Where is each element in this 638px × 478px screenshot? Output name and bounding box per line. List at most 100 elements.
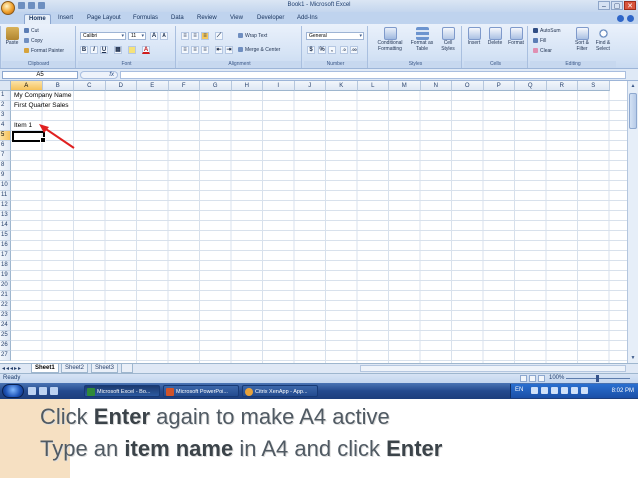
row-header-4[interactable]: 4 [0, 121, 11, 131]
row-header-13[interactable]: 13 [0, 211, 11, 221]
language-indicator[interactable]: EN [515, 387, 523, 393]
clear-button[interactable]: Clear [533, 48, 552, 55]
column-header-p[interactable]: P [483, 81, 515, 91]
column-header-m[interactable]: M [389, 81, 421, 91]
row-header-18[interactable]: 18 [0, 261, 11, 271]
row-header-23[interactable]: 23 [0, 311, 11, 321]
column-header-k[interactable]: K [326, 81, 358, 91]
column-header-r[interactable]: R [546, 81, 578, 91]
sheet-tab-1[interactable]: Sheet1 [31, 364, 59, 373]
row-header-5[interactable]: 5 [0, 131, 11, 141]
row-header-10[interactable]: 10 [0, 181, 11, 191]
column-header-q[interactable]: Q [515, 81, 547, 91]
tray-icon[interactable] [561, 387, 568, 394]
decrease-decimal-icon[interactable]: .00 [350, 46, 358, 54]
row-header-19[interactable]: 19 [0, 271, 11, 281]
align-left-icon[interactable]: ≡ [181, 46, 189, 54]
underline-button[interactable]: U [100, 46, 108, 54]
column-header-h[interactable]: H [231, 81, 263, 91]
insert-cells-button[interactable]: Insert [464, 27, 484, 47]
column-header-n[interactable]: N [420, 81, 452, 91]
row-header-22[interactable]: 22 [0, 301, 11, 311]
align-middle-icon[interactable]: ≡ [191, 32, 199, 40]
show-desktop-icon[interactable] [28, 387, 36, 395]
sheet-tab-3[interactable]: Sheet3 [91, 364, 119, 373]
column-header-o[interactable]: O [452, 81, 484, 91]
insert-sheet-icon[interactable] [121, 364, 133, 373]
row-header-16[interactable]: 16 [0, 241, 11, 251]
scroll-up-icon[interactable]: ▲ [629, 82, 637, 90]
tab-insert[interactable]: Insert [54, 14, 77, 24]
fill-color-icon[interactable] [128, 46, 136, 54]
worksheet-grid[interactable]: ABCDEFGHIJKLMNOPQRS 1 2 3 4 5 6 7 8 9 10 11 12 13 14 1… [0, 81, 627, 363]
orientation-icon[interactable]: ⟋ [215, 32, 223, 40]
tray-icon[interactable] [541, 387, 548, 394]
zoom-level[interactable]: 100% [549, 375, 564, 381]
column-header-i[interactable]: I [263, 81, 295, 91]
tab-formulas[interactable]: Formulas [129, 14, 162, 24]
tray-icon[interactable] [551, 387, 558, 394]
close-button[interactable]: ✕ [624, 1, 636, 10]
minimize-button[interactable]: – [598, 1, 610, 10]
comma-button[interactable]: , [328, 46, 336, 54]
help-icon[interactable] [617, 15, 624, 22]
align-right-icon[interactable]: ≡ [201, 46, 209, 54]
tray-icon[interactable] [531, 387, 538, 394]
column-header-j[interactable]: J [294, 81, 326, 91]
row-header-6[interactable]: 6 [0, 141, 11, 151]
row-header-25[interactable]: 25 [0, 331, 11, 341]
tray-icon[interactable] [581, 387, 588, 394]
format-cells-button[interactable]: Format [506, 27, 526, 47]
row-header-20[interactable]: 20 [0, 281, 11, 291]
tab-developer[interactable]: Developer [253, 14, 288, 24]
currency-button[interactable]: $ [307, 46, 315, 54]
tab-review[interactable]: Review [193, 14, 221, 24]
percent-button[interactable]: % [318, 46, 326, 54]
browser-icon[interactable] [39, 387, 47, 395]
find-select-button[interactable]: Find & Select [593, 27, 613, 52]
copy-button[interactable]: Copy [24, 38, 43, 45]
select-all-button[interactable] [0, 81, 11, 91]
column-header-b[interactable]: B [42, 81, 74, 91]
tab-view[interactable]: View [226, 14, 247, 24]
row-header-11[interactable]: 11 [0, 191, 11, 201]
page-layout-view-icon[interactable] [529, 375, 536, 382]
row-header-8[interactable]: 8 [0, 161, 11, 171]
conditional-formatting-button[interactable]: Conditional Formatting [373, 27, 407, 52]
tab-add-ins[interactable]: Add-Ins [293, 14, 322, 24]
page-break-view-icon[interactable] [538, 375, 545, 382]
row-header-27[interactable]: 27 [0, 351, 11, 361]
tray-icon[interactable] [571, 387, 578, 394]
borders-icon[interactable]: ▦ [114, 46, 122, 54]
taskbar-item-excel[interactable]: Microsoft Excel - Bo... [84, 385, 160, 397]
maximize-button[interactable]: ▢ [611, 1, 623, 10]
fill-button[interactable]: Fill [533, 38, 546, 45]
row-header-12[interactable]: 12 [0, 201, 11, 211]
italic-button[interactable]: I [90, 46, 98, 54]
row-header-17[interactable]: 17 [0, 251, 11, 261]
font-name-select[interactable]: Calibri ▾ [80, 32, 126, 40]
normal-view-icon[interactable] [520, 375, 527, 382]
cell-a2[interactable]: First Quarter Sales [14, 101, 69, 111]
zoom-slider[interactable] [566, 375, 630, 382]
column-header-l[interactable]: L [357, 81, 389, 91]
row-header-26[interactable]: 26 [0, 341, 11, 351]
shrink-font-button[interactable]: A [160, 32, 168, 40]
column-header-d[interactable]: D [105, 81, 137, 91]
paste-button[interactable]: Paste [3, 27, 21, 47]
row-header-7[interactable]: 7 [0, 151, 11, 161]
align-bottom-icon[interactable]: ≡ [201, 32, 209, 40]
column-header-g[interactable]: G [200, 81, 232, 91]
row-header-15[interactable]: 15 [0, 231, 11, 241]
cut-button[interactable]: Cut [24, 28, 39, 35]
delete-cells-button[interactable]: Delete [485, 27, 505, 47]
merge-center-button[interactable]: Merge & Center [238, 47, 280, 54]
autosum-button[interactable]: AutoSum [533, 28, 561, 35]
tab-page-layout[interactable]: Page Layout [83, 14, 125, 24]
row-header-21[interactable]: 21 [0, 291, 11, 301]
row-header-9[interactable]: 9 [0, 171, 11, 181]
row-header-3[interactable]: 3 [0, 111, 11, 121]
align-top-icon[interactable]: ≡ [181, 32, 189, 40]
sheet-nav-arrows[interactable]: ◂◂◂▸▸ [2, 365, 22, 372]
increase-indent-icon[interactable]: ⇥ [225, 46, 233, 54]
